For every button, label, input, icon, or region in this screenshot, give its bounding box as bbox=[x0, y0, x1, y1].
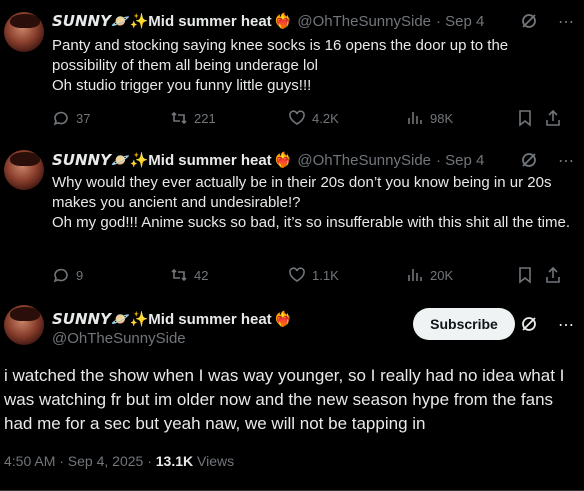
more-icon[interactable]: ⋯ bbox=[558, 12, 574, 35]
handle[interactable]: @OhTheSunnySide bbox=[52, 330, 186, 347]
bookmark-button[interactable] bbox=[516, 109, 544, 127]
like-icon bbox=[289, 110, 305, 125]
tweet-actions: 9 42 1.1K 20K bbox=[52, 266, 572, 284]
tweet-header: 𝙎𝙐𝙉𝙉𝙔🪐✨Mid summer heat ❤️‍🔥 @OhTheSunnyS… bbox=[52, 12, 484, 31]
avatar[interactable] bbox=[4, 150, 44, 190]
reply-count: 37 bbox=[76, 110, 91, 126]
display-name[interactable]: 𝙎𝙐𝙉𝙉𝙔🪐✨Mid summer heat bbox=[52, 12, 272, 30]
reply-icon bbox=[53, 111, 68, 126]
avatar[interactable] bbox=[4, 305, 44, 345]
handle[interactable]: @OhTheSunnySide bbox=[297, 13, 431, 30]
grok-icon[interactable] bbox=[520, 12, 538, 35]
fire-heart-emoji: ❤️‍🔥 bbox=[273, 152, 293, 169]
display-name[interactable]: 𝙎𝙐𝙉𝙉𝙔🪐✨Mid summer heat bbox=[52, 310, 272, 328]
tweet-line: Oh my god!!! Anime sucks so bad, it’s so… bbox=[52, 214, 571, 231]
fire-heart-emoji: ❤️‍🔥 bbox=[273, 13, 293, 30]
retweet-icon bbox=[171, 268, 187, 282]
share-button[interactable] bbox=[544, 266, 562, 284]
view-count: 13.1K bbox=[155, 453, 194, 469]
share-button[interactable] bbox=[544, 109, 562, 127]
retweet-button[interactable]: 42 bbox=[170, 266, 288, 284]
reply-button[interactable]: 37 bbox=[52, 109, 170, 127]
more-icon[interactable]: ⋯ bbox=[558, 151, 574, 174]
main-tweet-author: 𝙎𝙐𝙉𝙉𝙔🪐✨Mid summer heat ❤️‍🔥 bbox=[52, 310, 292, 328]
avatar[interactable] bbox=[4, 12, 44, 52]
like-button[interactable]: 1.1K bbox=[288, 266, 406, 284]
share-icon bbox=[546, 109, 560, 126]
main-tweet-text: i watched the show when I was way younge… bbox=[4, 366, 565, 433]
like-count: 1.1K bbox=[312, 267, 339, 283]
views-icon bbox=[408, 269, 422, 281]
tweet-line: Why would they ever actually be in their… bbox=[52, 174, 552, 211]
views-label: Views bbox=[193, 453, 235, 469]
retweet-count: 221 bbox=[194, 110, 216, 126]
main-tweet-handle-row: @OhTheSunnySide bbox=[52, 330, 186, 347]
retweet-icon bbox=[171, 111, 187, 125]
fire-heart-emoji: ❤️‍🔥 bbox=[273, 311, 293, 328]
tweet-text: Why would they ever actually be in their… bbox=[52, 173, 572, 233]
tweet-meta: 4:50 AM · Sep 4, 2025 · 13.1K Views bbox=[4, 453, 234, 469]
views-button[interactable]: 98K bbox=[406, 109, 516, 127]
views-count: 98K bbox=[430, 110, 454, 126]
reply-button[interactable]: 9 bbox=[52, 266, 170, 284]
tweet-date[interactable]: · Sep 4 bbox=[436, 152, 484, 169]
grok-icon[interactable] bbox=[520, 315, 538, 338]
share-icon bbox=[546, 266, 560, 283]
reply-count: 9 bbox=[76, 267, 84, 283]
display-name[interactable]: 𝙎𝙐𝙉𝙉𝙔🪐✨Mid summer heat bbox=[52, 151, 272, 169]
tweet-line: Oh studio trigger you funny little guys!… bbox=[52, 77, 312, 94]
grok-icon[interactable] bbox=[520, 151, 538, 174]
bookmark-icon bbox=[519, 110, 531, 127]
tweet-text: Panty and stocking saying knee socks is … bbox=[52, 36, 572, 96]
tweet-date[interactable]: · Sep 4 bbox=[436, 13, 484, 30]
tweet-actions: 37 221 4.2K 98K bbox=[52, 109, 572, 127]
like-icon bbox=[289, 267, 305, 282]
reply-icon bbox=[53, 268, 68, 283]
more-icon[interactable]: ⋯ bbox=[558, 315, 574, 338]
tweet-line: Panty and stocking saying knee socks is … bbox=[52, 37, 509, 74]
bookmark-button[interactable] bbox=[516, 266, 544, 284]
subscribe-button[interactable]: Subscribe bbox=[413, 308, 515, 340]
bookmark-icon bbox=[519, 267, 531, 284]
views-icon bbox=[408, 112, 422, 124]
views-count: 20K bbox=[430, 267, 454, 283]
like-button[interactable]: 4.2K bbox=[288, 109, 406, 127]
retweet-button[interactable]: 221 bbox=[170, 109, 288, 127]
tweet-header: 𝙎𝙐𝙉𝙉𝙔🪐✨Mid summer heat ❤️‍🔥 @OhTheSunnyS… bbox=[52, 151, 484, 170]
timestamp[interactable]: 4:50 AM · Sep 4, 2025 · bbox=[4, 453, 156, 469]
like-count: 4.2K bbox=[312, 110, 339, 126]
views-button[interactable]: 20K bbox=[406, 266, 516, 284]
handle[interactable]: @OhTheSunnySide bbox=[297, 152, 431, 169]
retweet-count: 42 bbox=[194, 267, 209, 283]
